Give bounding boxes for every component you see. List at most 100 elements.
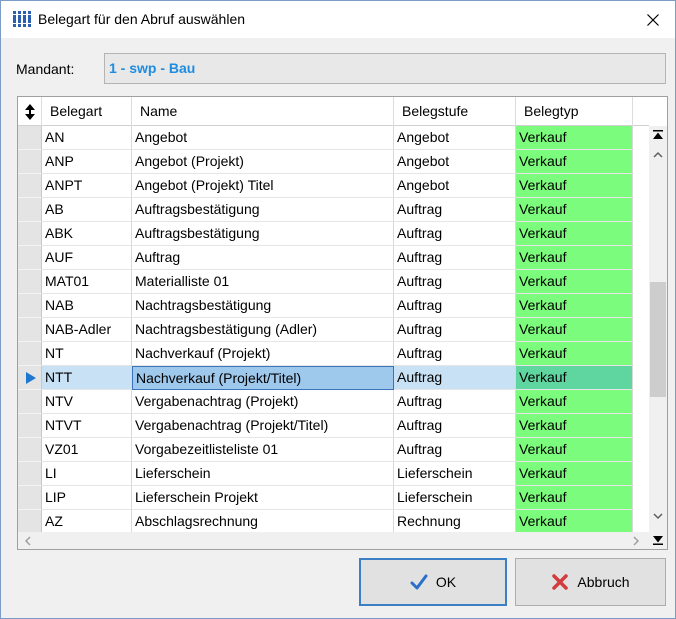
table-row[interactable]: ABK Auftragsbestätigung Auftrag Verkauf [18, 222, 649, 246]
cell-belegstufe[interactable]: Rechnung [394, 510, 516, 534]
row-selector[interactable] [18, 342, 42, 366]
cell-belegart[interactable]: ANP [42, 150, 132, 174]
table-row[interactable]: ANP Angebot (Projekt) Angebot Verkauf [18, 150, 649, 174]
cell-name[interactable]: Nachtragsbestätigung [132, 294, 394, 318]
row-selector[interactable] [18, 174, 42, 198]
row-selector[interactable] [18, 150, 42, 174]
cell-belegtyp[interactable]: Verkauf [516, 462, 633, 486]
scroll-to-bottom-icon[interactable] [652, 534, 664, 546]
cell-belegtyp[interactable]: Verkauf [516, 246, 633, 270]
row-selector[interactable] [18, 510, 42, 534]
cell-belegstufe[interactable]: Angebot [394, 150, 516, 174]
cell-name[interactable]: Angebot (Projekt) [132, 150, 394, 174]
horizontal-scrollbar[interactable] [18, 532, 649, 549]
row-selector[interactable] [18, 414, 42, 438]
row-selector[interactable] [18, 486, 42, 510]
row-selector[interactable] [18, 390, 42, 414]
cell-name[interactable]: Abschlagsrechnung [132, 510, 394, 534]
table-row[interactable]: NTT Nachverkauf (Projekt/Titel) Auftrag Ver… [18, 366, 649, 390]
scroll-down-icon[interactable] [653, 512, 663, 520]
cell-name[interactable]: Nachtragsbestätigung (Adler) [132, 318, 394, 342]
cell-belegstufe[interactable]: Auftrag [394, 222, 516, 246]
cell-belegtyp[interactable]: Verkauf [516, 174, 633, 198]
cell-belegtyp[interactable]: Verkauf [516, 390, 633, 414]
cell-name[interactable]: Vorgabezeitlisteliste 01 [132, 438, 394, 462]
cell-belegart[interactable]: AZ [42, 510, 132, 534]
cell-name[interactable]: Auftragsbestätigung [132, 198, 394, 222]
table-row[interactable]: LIP Lieferschein Projekt Lieferschein Verka… [18, 486, 649, 510]
cell-belegtyp[interactable]: Verkauf [516, 438, 633, 462]
cell-belegart[interactable]: LI [42, 462, 132, 486]
cell-belegart[interactable]: LIP [42, 486, 132, 510]
row-selector[interactable] [18, 462, 42, 486]
cell-belegart[interactable]: NTV [42, 390, 132, 414]
vertical-scroll-thumb[interactable] [650, 282, 666, 397]
cell-belegtyp[interactable]: Verkauf [516, 222, 633, 246]
column-header-name[interactable]: Name [132, 97, 394, 126]
cell-belegstufe[interactable]: Auftrag [394, 438, 516, 462]
row-selector[interactable] [18, 270, 42, 294]
cell-name[interactable]: Nachverkauf (Projekt) [132, 342, 394, 366]
table-row[interactable]: NAB Nachtragsbestätigung Auftrag Verkauf [18, 294, 649, 318]
cell-belegstufe[interactable]: Angebot [394, 174, 516, 198]
row-selector[interactable] [18, 366, 42, 390]
table-row[interactable]: NAB-Adler Nachtragsbestätigung (Adler) Auf… [18, 318, 649, 342]
cell-belegstufe[interactable]: Auftrag [394, 414, 516, 438]
cell-belegstufe[interactable]: Auftrag [394, 198, 516, 222]
cell-belegtyp[interactable]: Verkauf [516, 126, 633, 150]
cell-belegtyp[interactable]: Verkauf [516, 366, 633, 390]
row-selector[interactable] [18, 246, 42, 270]
cell-name[interactable]: Materialliste 01 [132, 270, 394, 294]
column-header-belegart[interactable]: Belegart [42, 97, 132, 126]
cell-belegtyp[interactable]: Verkauf [516, 270, 633, 294]
cancel-button[interactable]: Abbruch [515, 558, 666, 606]
table-row[interactable]: VZ01 Vorgabezeitlisteliste 01 Auftrag Verka… [18, 438, 649, 462]
cell-belegart[interactable]: VZ01 [42, 438, 132, 462]
table-row[interactable]: AB Auftragsbestätigung Auftrag Verkauf [18, 198, 649, 222]
close-button[interactable] [631, 1, 675, 38]
cell-belegtyp[interactable]: Verkauf [516, 342, 633, 366]
cell-belegtyp[interactable]: Verkauf [516, 198, 633, 222]
scroll-left-icon[interactable] [24, 536, 32, 546]
ok-button[interactable]: OK [359, 558, 507, 606]
cell-belegstufe[interactable]: Auftrag [394, 318, 516, 342]
column-header-belegstufe[interactable]: Belegstufe [394, 97, 516, 126]
row-selector[interactable] [18, 222, 42, 246]
cell-belegart[interactable]: AB [42, 198, 132, 222]
table-row[interactable]: LI Lieferschein Lieferschein Verkauf [18, 462, 649, 486]
cell-name[interactable]: Auftragsbestätigung [132, 222, 394, 246]
cell-belegtyp[interactable]: Verkauf [516, 318, 633, 342]
cell-belegart[interactable]: AUF [42, 246, 132, 270]
cell-name[interactable]: Angebot [132, 126, 394, 150]
cell-belegstufe[interactable]: Auftrag [394, 294, 516, 318]
scroll-right-icon[interactable] [632, 536, 640, 546]
cell-name[interactable]: Lieferschein Projekt [132, 486, 394, 510]
table-row[interactable]: AZ Abschlagsrechnung Rechnung Verkauf [18, 510, 649, 534]
cell-name[interactable]: Nachverkauf (Projekt/Titel) [132, 366, 394, 390]
cell-belegstufe[interactable]: Auftrag [394, 366, 516, 390]
table-row[interactable]: NT Nachverkauf (Projekt) Auftrag Verkauf [18, 342, 649, 366]
table-row[interactable]: NTV Vergabenachtrag (Projekt) Auftrag Verka… [18, 390, 649, 414]
cell-belegtyp[interactable]: Verkauf [516, 414, 633, 438]
scroll-to-top-icon[interactable] [652, 129, 664, 141]
cell-belegart[interactable]: NTT [42, 366, 132, 390]
table-row[interactable]: MAT01 Materialliste 01 Auftrag Verkauf [18, 270, 649, 294]
cell-belegstufe[interactable]: Auftrag [394, 390, 516, 414]
row-selector[interactable] [18, 126, 42, 150]
cell-belegstufe[interactable]: Lieferschein [394, 486, 516, 510]
cell-belegstufe[interactable]: Lieferschein [394, 462, 516, 486]
cell-belegstufe[interactable]: Auftrag [394, 270, 516, 294]
cell-belegstufe[interactable]: Angebot [394, 126, 516, 150]
cell-belegart[interactable]: NAB-Adler [42, 318, 132, 342]
cell-belegtyp[interactable]: Verkauf [516, 486, 633, 510]
cell-name[interactable]: Angebot (Projekt) Titel [132, 174, 394, 198]
row-selector[interactable] [18, 294, 42, 318]
table-row[interactable]: NTVT Vergabenachtrag (Projekt/Titel) Auftr… [18, 414, 649, 438]
vertical-scrollbar[interactable] [649, 126, 667, 532]
cell-belegart[interactable]: NT [42, 342, 132, 366]
cell-belegstufe[interactable]: Auftrag [394, 246, 516, 270]
cell-belegart[interactable]: AN [42, 126, 132, 150]
column-chooser-button[interactable] [18, 97, 42, 126]
cell-belegstufe[interactable]: Auftrag [394, 342, 516, 366]
cell-belegart[interactable]: NTVT [42, 414, 132, 438]
